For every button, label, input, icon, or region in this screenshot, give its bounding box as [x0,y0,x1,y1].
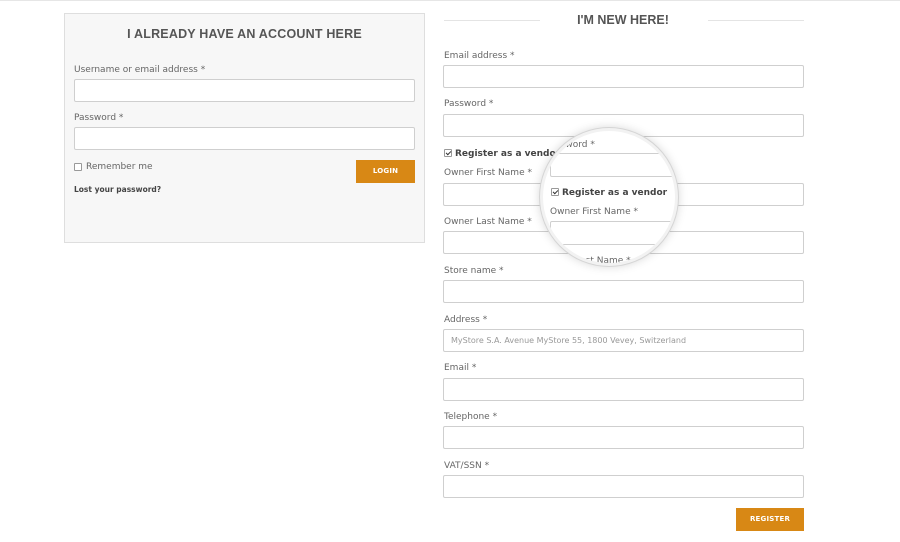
login-panel: I ALREADY HAVE AN ACCOUNT HERE Username … [64,13,425,243]
owner-last-label: Owner Last Name * [444,217,532,227]
register-title-line-right [708,20,804,21]
store-email-input[interactable] [443,378,804,401]
login-password-label: Password * [74,113,124,123]
magnifier-lens: ssword * Register as a vendor Owner Firs… [540,128,678,266]
magnified-password-label: ssword * [556,140,595,150]
reg-password-label: Password * [444,99,494,109]
remember-me-checkbox[interactable] [74,163,82,171]
register-button[interactable]: REGISTER [736,508,804,531]
username-label: Username or email address * [74,65,206,75]
login-button[interactable]: LOGIN [356,160,415,183]
remember-me-label: Remember me [86,162,153,172]
reg-email-label: Email address * [444,51,515,61]
login-password-input[interactable] [74,127,415,150]
register-title-line-left [444,20,540,21]
store-name-label: Store name * [444,266,504,276]
magnified-owner-first-input [550,221,675,245]
telephone-input[interactable] [443,426,804,449]
vendor-checkbox[interactable] [444,149,452,157]
magnified-owner-last-label: er Last Name * [563,256,631,266]
login-title: I ALREADY HAVE AN ACCOUNT HERE [127,27,362,41]
address-label: Address * [444,315,488,325]
vat-label: VAT/SSN * [444,461,490,471]
username-input[interactable] [74,79,415,102]
store-email-label: Email * [444,363,477,373]
store-name-input[interactable] [443,280,804,303]
register-title: I'M NEW HERE! [577,13,669,27]
lost-password-link[interactable]: Lost your password? [74,185,161,194]
magnified-owner-first-label: Owner First Name * [550,207,638,217]
address-input[interactable]: MyStore S.A. Avenue MyStore 55, 1800 Vev… [443,329,804,352]
magnified-vendor-label: Register as a vendor [562,188,668,198]
telephone-label: Telephone * [444,412,498,422]
vat-input[interactable] [443,475,804,498]
magnified-password-input [550,153,675,177]
magnified-vendor-checkbox [551,188,559,196]
owner-first-label: Owner First Name * [444,168,532,178]
reg-email-input[interactable] [443,65,804,88]
top-divider [0,0,900,1]
